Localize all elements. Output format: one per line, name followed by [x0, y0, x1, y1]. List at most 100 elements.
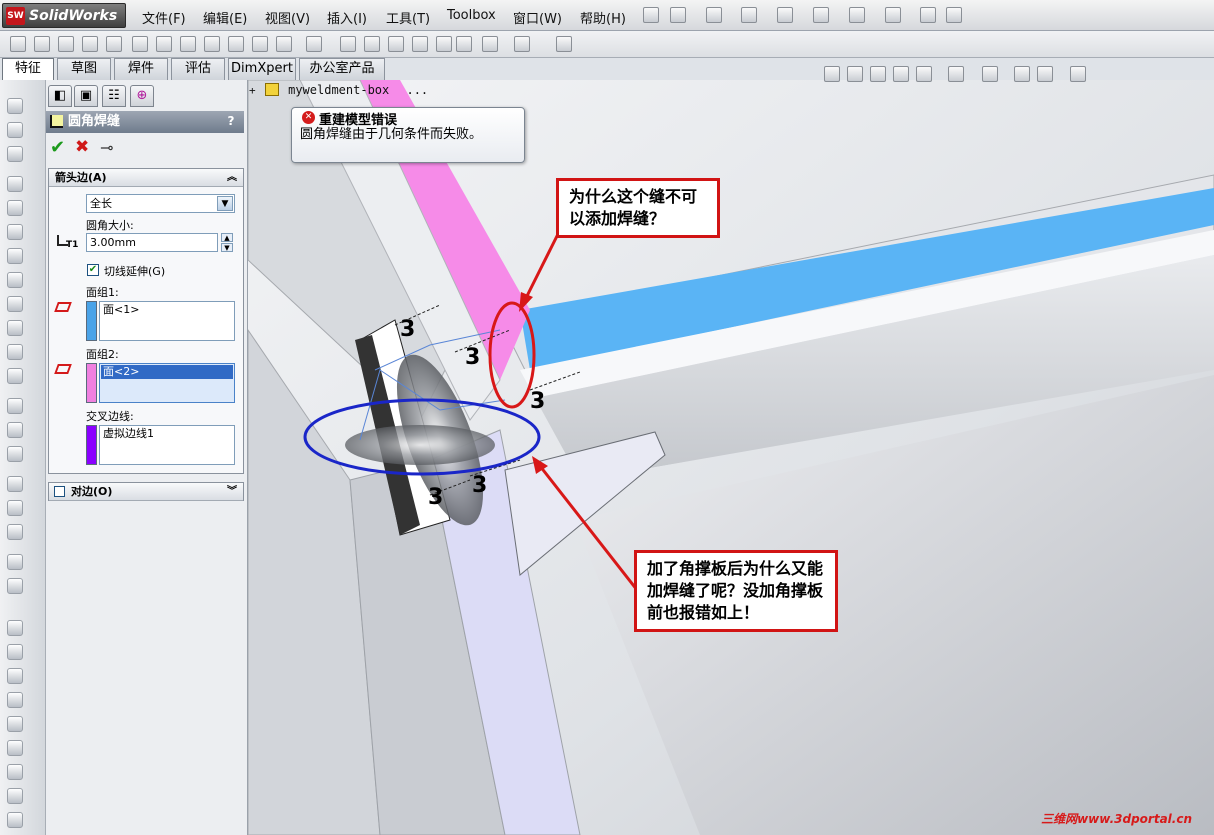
trim-extend-icon[interactable]: [7, 122, 23, 138]
rib-icon[interactable]: [228, 36, 244, 52]
zoom-fit-icon[interactable]: [824, 66, 840, 82]
tab-property-manager[interactable]: ◧: [48, 85, 72, 107]
pin-menu-icon[interactable]: [643, 7, 659, 23]
menu-edit[interactable]: 编辑(E): [203, 8, 247, 27]
view-settings-icon[interactable]: [1070, 66, 1086, 82]
spin-up-icon[interactable]: ▲: [221, 233, 233, 242]
previous-view-icon[interactable]: [870, 66, 886, 82]
tree-part-name[interactable]: myweldment-box: [288, 83, 389, 97]
intersect-edge-list[interactable]: 虚拟边线1: [99, 425, 235, 465]
hole-wizard-icon[interactable]: [7, 344, 23, 360]
tab-evaluate[interactable]: 评估: [171, 58, 225, 80]
expand-icon[interactable]: ︾: [227, 483, 237, 501]
tab-feature-tree[interactable]: ☷: [102, 85, 126, 107]
sheet-metal-icon[interactable]: [7, 398, 23, 414]
menu-file[interactable]: 文件(F): [142, 8, 186, 27]
mirror-icon[interactable]: [340, 36, 356, 52]
circle-icon[interactable]: [7, 692, 23, 708]
tab-sketch[interactable]: 草图: [57, 58, 111, 80]
hole-icon[interactable]: [156, 36, 172, 52]
dome-icon[interactable]: [364, 36, 380, 52]
other-side-checkbox[interactable]: [54, 486, 65, 497]
face-set2-list[interactable]: 面<2>: [99, 363, 235, 403]
spline-icon[interactable]: [7, 740, 23, 756]
instant3d-icon[interactable]: [556, 36, 572, 52]
fillet-icon[interactable]: [180, 36, 196, 52]
menu-insert[interactable]: 插入(I): [327, 8, 367, 27]
undo-icon[interactable]: [813, 7, 829, 23]
hem-icon[interactable]: [7, 500, 23, 516]
extrude-icon[interactable]: [10, 36, 26, 52]
edit-appearance-icon[interactable]: [1014, 66, 1030, 82]
combine-icon[interactable]: [436, 36, 452, 52]
spin-down-icon[interactable]: ▼: [221, 243, 233, 252]
tree-expand-icon[interactable]: +: [249, 84, 256, 97]
structural-member-icon[interactable]: [7, 98, 23, 114]
menu-view[interactable]: 视图(V): [265, 8, 310, 27]
ok-button[interactable]: ✔: [50, 137, 65, 158]
menu-tools[interactable]: 工具(T): [386, 8, 430, 27]
split-icon[interactable]: [456, 36, 472, 52]
extruded-cut-icon[interactable]: [7, 320, 23, 336]
sketched-bend-icon[interactable]: [7, 554, 23, 570]
loft-icon[interactable]: [82, 36, 98, 52]
weld-bead-icon[interactable]: [7, 200, 23, 216]
apply-scene-icon[interactable]: [1037, 66, 1053, 82]
trim-icon[interactable]: [7, 812, 23, 828]
zoom-area-icon[interactable]: [847, 66, 863, 82]
display-style-icon[interactable]: [948, 66, 964, 82]
tab-weldments[interactable]: 焊件: [114, 58, 168, 80]
end-cap-icon[interactable]: [7, 146, 23, 162]
base-flange-icon[interactable]: [7, 422, 23, 438]
view-orientation-icon[interactable]: [916, 66, 932, 82]
arc-icon[interactable]: [7, 716, 23, 732]
redo-icon[interactable]: [849, 7, 865, 23]
menu-window[interactable]: 窗口(W): [513, 8, 562, 27]
hide-show-icon[interactable]: [982, 66, 998, 82]
section-view-icon[interactable]: [893, 66, 909, 82]
weldment-icon[interactable]: [7, 248, 23, 264]
reference-geometry-icon[interactable]: [482, 36, 498, 52]
help-button[interactable]: ?: [224, 114, 238, 129]
cancel-button[interactable]: ✖: [75, 137, 89, 157]
tab-dimxpert[interactable]: DimXpert: [228, 58, 296, 80]
curves-icon[interactable]: [514, 36, 530, 52]
tab-config-manager[interactable]: ▣: [74, 85, 98, 107]
intersect-edge-item[interactable]: 虚拟边线1: [103, 427, 154, 440]
cut-icon[interactable]: [132, 36, 148, 52]
face-set1-item[interactable]: 面<1>: [103, 303, 139, 316]
menu-toolbox[interactable]: Toolbox: [447, 8, 496, 23]
draft-icon[interactable]: [276, 36, 292, 52]
fillet-bead-icon[interactable]: [7, 224, 23, 240]
revolve-icon[interactable]: [34, 36, 50, 52]
weld-length-select[interactable]: 全长 ▼: [86, 194, 235, 213]
edge-flange-icon[interactable]: [7, 446, 23, 462]
pattern-icon[interactable]: [306, 36, 322, 52]
menu-help[interactable]: 帮助(H): [580, 8, 626, 27]
line-icon[interactable]: [7, 644, 23, 660]
rebuild-icon[interactable]: [920, 7, 936, 23]
solidworks-logo[interactable]: SW SolidWorks: [2, 3, 126, 28]
chamfer-side-icon[interactable]: [7, 368, 23, 384]
tangent-checkbox[interactable]: ✔: [87, 264, 99, 276]
new-file-icon[interactable]: [670, 7, 686, 23]
chevron-down-icon[interactable]: ▼: [217, 196, 233, 211]
sketch-fillet-icon[interactable]: [7, 764, 23, 780]
options-icon[interactable]: [946, 7, 962, 23]
extruded-boss-icon[interactable]: [7, 296, 23, 312]
fillet-size-input[interactable]: 3.00mm: [86, 233, 218, 252]
graphics-area[interactable]: 3 3 3 3 3: [248, 80, 1214, 835]
tab-features[interactable]: 特征: [2, 58, 54, 80]
shell-icon[interactable]: [252, 36, 268, 52]
gusset-icon[interactable]: [7, 176, 23, 192]
cut-list-icon[interactable]: [7, 272, 23, 288]
miter-flange-icon[interactable]: [7, 476, 23, 492]
3d-sketch-icon[interactable]: [7, 620, 23, 636]
print-icon[interactable]: [777, 7, 793, 23]
other-side-header[interactable]: 对边(O) ︾: [49, 483, 243, 501]
chamfer-icon[interactable]: [204, 36, 220, 52]
boundary-icon[interactable]: [106, 36, 122, 52]
save-icon[interactable]: [741, 7, 757, 23]
jog-icon[interactable]: [7, 524, 23, 540]
tab-office-products[interactable]: 办公室产品: [299, 58, 385, 80]
